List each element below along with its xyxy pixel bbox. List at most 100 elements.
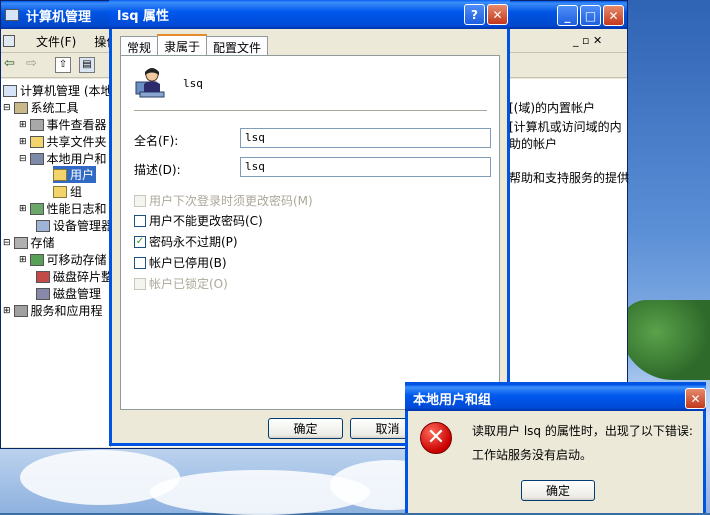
cannot-change-password-checkbox[interactable]: 用户不能更改密码(C) bbox=[134, 212, 263, 229]
forward-arrow-icon[interactable]: ⇨ bbox=[26, 56, 37, 71]
show-hide-tree-icon[interactable]: ▤ bbox=[79, 57, 95, 73]
description-text: [计算机或访问域的内 bbox=[509, 120, 622, 134]
tree-item-shared-folders[interactable]: ⊞ 共享文件夹 bbox=[19, 133, 107, 150]
user-icon bbox=[135, 68, 165, 98]
expand-icon[interactable]: ⊞ bbox=[3, 306, 11, 316]
landscape-hill bbox=[620, 300, 710, 380]
account-locked-checkbox: 帐户已锁定(O) bbox=[134, 275, 228, 292]
tree-label: 计算机管理 (本地 bbox=[20, 84, 111, 98]
tree-item-local-users-groups[interactable]: ⊟ 本地用户和 bbox=[19, 150, 107, 167]
collapse-icon[interactable]: ⊟ bbox=[19, 154, 27, 164]
tree-label: 组 bbox=[70, 185, 83, 199]
tree-item-event-viewer[interactable]: ⊞ 事件查看器 bbox=[19, 116, 107, 133]
folder-open-icon bbox=[53, 168, 67, 181]
checkbox-label: 密码永不过期(P) bbox=[149, 235, 238, 249]
general-panel: lsq 全名(F): lsq 描述(D): lsq 用户下次登录时须更改密码(M… bbox=[120, 55, 500, 410]
tree-label: 系统工具 bbox=[30, 101, 79, 115]
tab-member-of[interactable]: 隶属于 bbox=[157, 34, 208, 57]
tree-label: 可移动存储 bbox=[46, 253, 107, 267]
error-dialog: 本地用户和组 ✕ ✕ 读取用户 lsq 的属性时，出现了以下错误: 工作站服务没… bbox=[405, 382, 706, 513]
tree-item-storage[interactable]: ⊟ 存储 bbox=[3, 234, 55, 251]
expand-icon[interactable]: ⊞ bbox=[19, 255, 27, 265]
close-button[interactable]: ✕ bbox=[685, 388, 706, 409]
close-button[interactable]: ✕ bbox=[603, 5, 624, 26]
tree-label: 服务和应用程 bbox=[30, 304, 103, 318]
maximize-button[interactable]: □ bbox=[580, 5, 601, 26]
tree-item-groups[interactable]: 组 bbox=[53, 183, 82, 200]
tree-label: 存储 bbox=[30, 236, 55, 250]
disk-management-icon bbox=[36, 287, 50, 300]
properties-title-bar[interactable]: lsq 属性 bbox=[109, 0, 510, 29]
tree-item-performance-logs[interactable]: ⊞ 性能日志和 bbox=[19, 200, 107, 217]
defrag-icon bbox=[36, 270, 50, 283]
tree-item-removable-storage[interactable]: ⊞ 可移动存储 bbox=[19, 251, 107, 268]
checkbox-label: 用户下次登录时须更改密码(M) bbox=[149, 194, 313, 208]
description-text: 助的帐户 bbox=[509, 137, 558, 151]
menu-file[interactable]: 文件(F) bbox=[36, 33, 76, 50]
tree-label: 事件查看器 bbox=[46, 118, 107, 132]
tree-label: 磁盘碎片整 bbox=[53, 270, 111, 284]
tab-general[interactable]: 常规 bbox=[120, 36, 159, 56]
storage-icon bbox=[13, 236, 28, 249]
error-title-bar[interactable]: 本地用户和组 bbox=[405, 385, 706, 411]
folder-icon bbox=[53, 185, 67, 198]
tools-icon bbox=[13, 101, 28, 114]
removable-storage-icon bbox=[29, 253, 44, 266]
checkbox-box[interactable] bbox=[134, 256, 146, 269]
full-name-label: 全名(F): bbox=[134, 134, 179, 148]
tree-item-disk-defragmenter[interactable]: 磁盘碎片整 bbox=[36, 268, 111, 285]
password-never-expires-checkbox[interactable]: ✓ 密码永不过期(P) bbox=[134, 233, 238, 250]
minimize-button[interactable]: _ bbox=[557, 5, 578, 26]
checkbox-box[interactable] bbox=[134, 214, 146, 227]
separator bbox=[134, 110, 487, 111]
tree-item-users[interactable]: 用户 bbox=[53, 166, 97, 183]
close-button[interactable]: ✕ bbox=[487, 4, 508, 25]
properties-dialog: lsq 属性 ? ✕ 常规 隶属于 配置文件 lsq 全名(F): lsq 描述… bbox=[109, 0, 510, 446]
error-title: 本地用户和组 bbox=[413, 392, 492, 408]
ok-button[interactable]: 确定 bbox=[268, 418, 343, 439]
checkbox-label: 帐户已停用(B) bbox=[149, 256, 227, 270]
tree-item-device-manager[interactable]: 设备管理器 bbox=[36, 217, 111, 234]
expand-icon[interactable]: ⊞ bbox=[19, 137, 27, 147]
child-window-controls[interactable]: _ ▫ ✕ bbox=[573, 34, 602, 47]
tree-label: 用户 bbox=[70, 168, 95, 182]
full-name-field[interactable]: lsq bbox=[240, 128, 491, 148]
tree-item-system-tools[interactable]: ⊟ 系统工具 bbox=[3, 99, 79, 116]
tree-label: 共享文件夹 bbox=[46, 135, 107, 149]
tree-label: 本地用户和 bbox=[46, 152, 107, 166]
account-disabled-checkbox[interactable]: 帐户已停用(B) bbox=[134, 254, 227, 271]
help-button[interactable]: ? bbox=[464, 4, 485, 25]
expand-icon[interactable]: ⊞ bbox=[19, 204, 27, 214]
up-folder-icon[interactable]: ⇧ bbox=[55, 57, 71, 73]
error-message: 读取用户 lsq 的属性时，出现了以下错误: bbox=[472, 424, 693, 438]
tree-pane: 计算机管理 (本地 ⊟ 系统工具 ⊞ 事件查看器 ⊞ 共享文件夹 ⊟ 本地用户和… bbox=[1, 79, 111, 447]
tree-item-services-applications[interactable]: ⊞ 服务和应用程 bbox=[3, 302, 103, 319]
description-text: [(域)的内置帐户 bbox=[509, 101, 596, 115]
must-change-password-checkbox: 用户下次登录时须更改密码(M) bbox=[134, 192, 313, 209]
description-field[interactable]: lsq bbox=[240, 157, 491, 177]
collapse-icon[interactable]: ⊟ bbox=[3, 238, 11, 248]
description-label: 描述(D): bbox=[134, 163, 181, 177]
username-label: lsq bbox=[183, 77, 203, 90]
tree-label: 性能日志和 bbox=[46, 202, 107, 216]
properties-title: lsq 属性 bbox=[117, 9, 170, 24]
checkmark-icon[interactable]: ✓ bbox=[134, 235, 146, 248]
tree-label: 设备管理器 bbox=[53, 219, 111, 233]
device-manager-icon bbox=[36, 219, 50, 232]
collapse-icon[interactable]: ⊟ bbox=[3, 103, 11, 113]
tab-strip: 常规 隶属于 配置文件 bbox=[120, 34, 269, 57]
tab-profile[interactable]: 配置文件 bbox=[206, 36, 269, 56]
computer-icon bbox=[5, 9, 19, 21]
tree-item-disk-management[interactable]: 磁盘管理 bbox=[36, 285, 101, 302]
error-ok-button[interactable]: 确定 bbox=[521, 480, 595, 501]
checkbox-box bbox=[134, 194, 146, 207]
users-icon bbox=[29, 152, 44, 165]
computer-icon bbox=[3, 84, 17, 97]
expand-icon[interactable]: ⊞ bbox=[19, 120, 27, 130]
error-detail: 工作站服务没有启动。 bbox=[472, 448, 593, 462]
checkbox-box bbox=[134, 277, 146, 290]
back-arrow-icon[interactable]: ⇦ bbox=[4, 56, 15, 71]
tree-item-computer-management[interactable]: 计算机管理 (本地 bbox=[3, 82, 111, 99]
cm-title: 计算机管理 bbox=[26, 9, 92, 25]
performance-icon bbox=[29, 202, 44, 215]
